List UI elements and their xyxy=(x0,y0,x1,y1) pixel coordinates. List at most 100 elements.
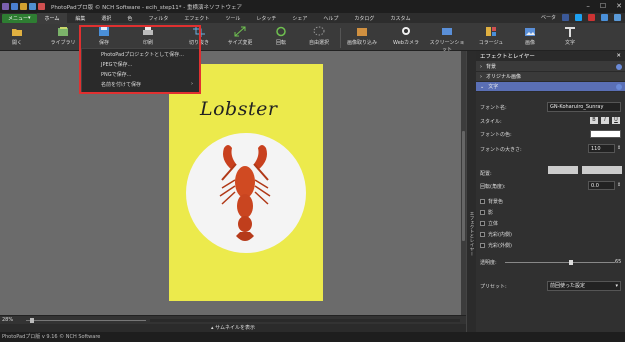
scroll-thumb[interactable] xyxy=(462,131,465,241)
opacity-slider-knob[interactable] xyxy=(569,260,573,265)
youtube-icon[interactable] xyxy=(588,14,595,21)
italic-button[interactable]: I xyxy=(601,117,609,124)
opacity-slider[interactable] xyxy=(505,260,615,265)
tab-select[interactable]: 選択 xyxy=(93,13,119,24)
rotation-input[interactable]: 0.0 xyxy=(588,181,615,190)
quick-open-icon[interactable] xyxy=(20,3,27,10)
section-toggle-icon[interactable] xyxy=(616,64,622,70)
help-icon[interactable] xyxy=(614,14,621,21)
font-size-spinner-icon[interactable]: ⇕ xyxy=(617,145,621,151)
twitter-icon[interactable] xyxy=(575,14,582,21)
section-text[interactable]: ⌄ 文字 xyxy=(476,82,625,92)
zoom-slider[interactable] xyxy=(26,318,146,323)
tab-catalog[interactable]: カタログ xyxy=(346,13,382,24)
checkbox-3d[interactable]: 立体 xyxy=(480,220,498,227)
menu-item-save-png[interactable]: PNGで保存... xyxy=(82,69,199,79)
checkbox-shadow[interactable]: 影 xyxy=(480,209,493,216)
valign-buttons[interactable] xyxy=(582,166,622,174)
rotation-label: 回転(角度): xyxy=(480,184,506,190)
print-label: 印刷 xyxy=(142,40,153,46)
panel-title: エフェクトとレイヤー ✕ xyxy=(476,51,625,62)
rotation-spinner-icon[interactable]: ⇕ xyxy=(617,182,621,188)
save-label: 保存 xyxy=(98,40,109,46)
screenshot-button[interactable]: スクリーンショット xyxy=(428,26,466,53)
font-size-input[interactable]: 110 xyxy=(588,144,615,153)
checkbox-box[interactable] xyxy=(480,221,485,226)
webcam-button[interactable]: Webカメラ xyxy=(389,26,423,46)
tab-edit[interactable]: 編集 xyxy=(67,13,93,24)
maximize-icon[interactable]: ☐ xyxy=(600,2,606,10)
beta-label[interactable]: ベータ xyxy=(541,14,556,21)
checkbox-box[interactable] xyxy=(480,199,485,204)
crop-icon xyxy=(193,26,205,37)
preset-select[interactable]: 前回使った設定 ▾ xyxy=(547,281,621,291)
rotate-button[interactable]: 回転 xyxy=(264,26,298,46)
checkbox-box[interactable] xyxy=(480,210,485,215)
checkbox-bg-color[interactable]: 背景色 xyxy=(480,198,503,205)
resize-button[interactable]: サイズ変更 xyxy=(223,26,257,46)
checkbox-outer-glow-label: 光彩(外側) xyxy=(488,243,512,249)
font-name-select[interactable]: GN-Koharuiro_Sunray xyxy=(547,102,621,112)
align-buttons[interactable] xyxy=(548,166,578,174)
chevron-right-icon: › xyxy=(480,73,482,80)
section-original-image[interactable]: › オリジナル画像 xyxy=(476,72,625,82)
main-menu-button[interactable]: メニュー ▾ xyxy=(2,13,37,23)
save-button[interactable]: 保存 xyxy=(87,26,121,46)
side-panel-tab[interactable]: エフェクトとレイヤー xyxy=(466,51,476,332)
section-background[interactable]: › 背景 xyxy=(476,62,625,72)
tab-home[interactable]: ホーム xyxy=(36,12,68,24)
horizontal-scrollbar[interactable] xyxy=(150,319,460,322)
chevron-down-icon: ⌄ xyxy=(480,83,485,90)
quick-save-icon[interactable] xyxy=(29,3,36,10)
tab-help[interactable]: ヘルプ xyxy=(315,13,346,24)
checkbox-outer-glow[interactable]: 光彩(外側) xyxy=(480,242,512,249)
tab-color[interactable]: 色 xyxy=(119,13,140,24)
quick-new-icon[interactable] xyxy=(11,3,18,10)
quick-close-icon[interactable] xyxy=(38,3,45,10)
app-logo-icon xyxy=(2,3,9,10)
collage-button[interactable]: コラージュ xyxy=(474,26,508,46)
menu-item-save-project[interactable]: PhotoPadプロジェクトとして保存... xyxy=(82,49,199,59)
checkbox-box[interactable] xyxy=(480,232,485,237)
tab-custom[interactable]: カスタム xyxy=(382,13,418,24)
image-button[interactable]: 画像 xyxy=(513,26,547,46)
checkbox-inner-glow[interactable]: 光彩(内側) xyxy=(480,231,512,238)
minimize-icon[interactable]: – xyxy=(586,2,590,10)
menu-item-save-as[interactable]: 名前を付けて保存 › xyxy=(82,79,199,89)
import-button[interactable]: 画像取り込み xyxy=(345,26,379,46)
library-button[interactable]: ライブラリ xyxy=(46,26,80,46)
menu-item-save-jpeg[interactable]: JPEGで保存... xyxy=(82,59,199,69)
align-label: 配置: xyxy=(480,171,492,177)
opacity-value: 65 xyxy=(615,259,622,265)
bold-button[interactable]: B xyxy=(590,117,598,124)
print-button[interactable]: 印刷 xyxy=(131,26,165,46)
free-select-label: 自由選択 xyxy=(308,40,329,46)
image-title-text[interactable]: Lobster xyxy=(200,98,277,120)
thumbnail-toggle[interactable]: ▴ サムネイルを表示 xyxy=(0,324,466,332)
section-toggle-icon[interactable] xyxy=(616,84,622,90)
zoom-level: 28% xyxy=(2,317,14,323)
tab-share[interactable]: シェア xyxy=(284,13,315,24)
info-icon[interactable] xyxy=(601,14,608,21)
checkbox-box[interactable] xyxy=(480,243,485,248)
main-menu-label: メニュー xyxy=(8,15,29,22)
crop-button[interactable]: 切り抜き xyxy=(182,26,216,46)
open-button[interactable]: 開く xyxy=(0,26,34,46)
free-select-button[interactable]: 自由選択 xyxy=(302,26,336,46)
rotate-icon xyxy=(276,26,286,37)
thumbnail-toggle-label: サムネイルを表示 xyxy=(215,325,255,331)
tab-tools[interactable]: ツール xyxy=(217,13,248,24)
chevron-down-icon: ▾ xyxy=(615,283,618,289)
underline-button[interactable]: U xyxy=(612,117,620,124)
zoom-slider-knob[interactable] xyxy=(30,318,34,323)
tab-effects[interactable]: エフェクト xyxy=(176,13,217,24)
tab-filter[interactable]: フィルタ xyxy=(140,13,176,24)
window-title: PhotoPadプロ版 © NCH Software - ecih_step11… xyxy=(51,4,242,11)
facebook-icon[interactable] xyxy=(562,14,569,21)
font-color-swatch[interactable] xyxy=(590,130,621,138)
panel-close-icon[interactable]: ✕ xyxy=(616,53,621,59)
tab-retouch[interactable]: レタッチ xyxy=(248,13,284,24)
resize-icon xyxy=(234,26,246,37)
close-icon[interactable]: ✕ xyxy=(616,2,622,10)
text-button[interactable]: 文字 xyxy=(553,26,587,46)
